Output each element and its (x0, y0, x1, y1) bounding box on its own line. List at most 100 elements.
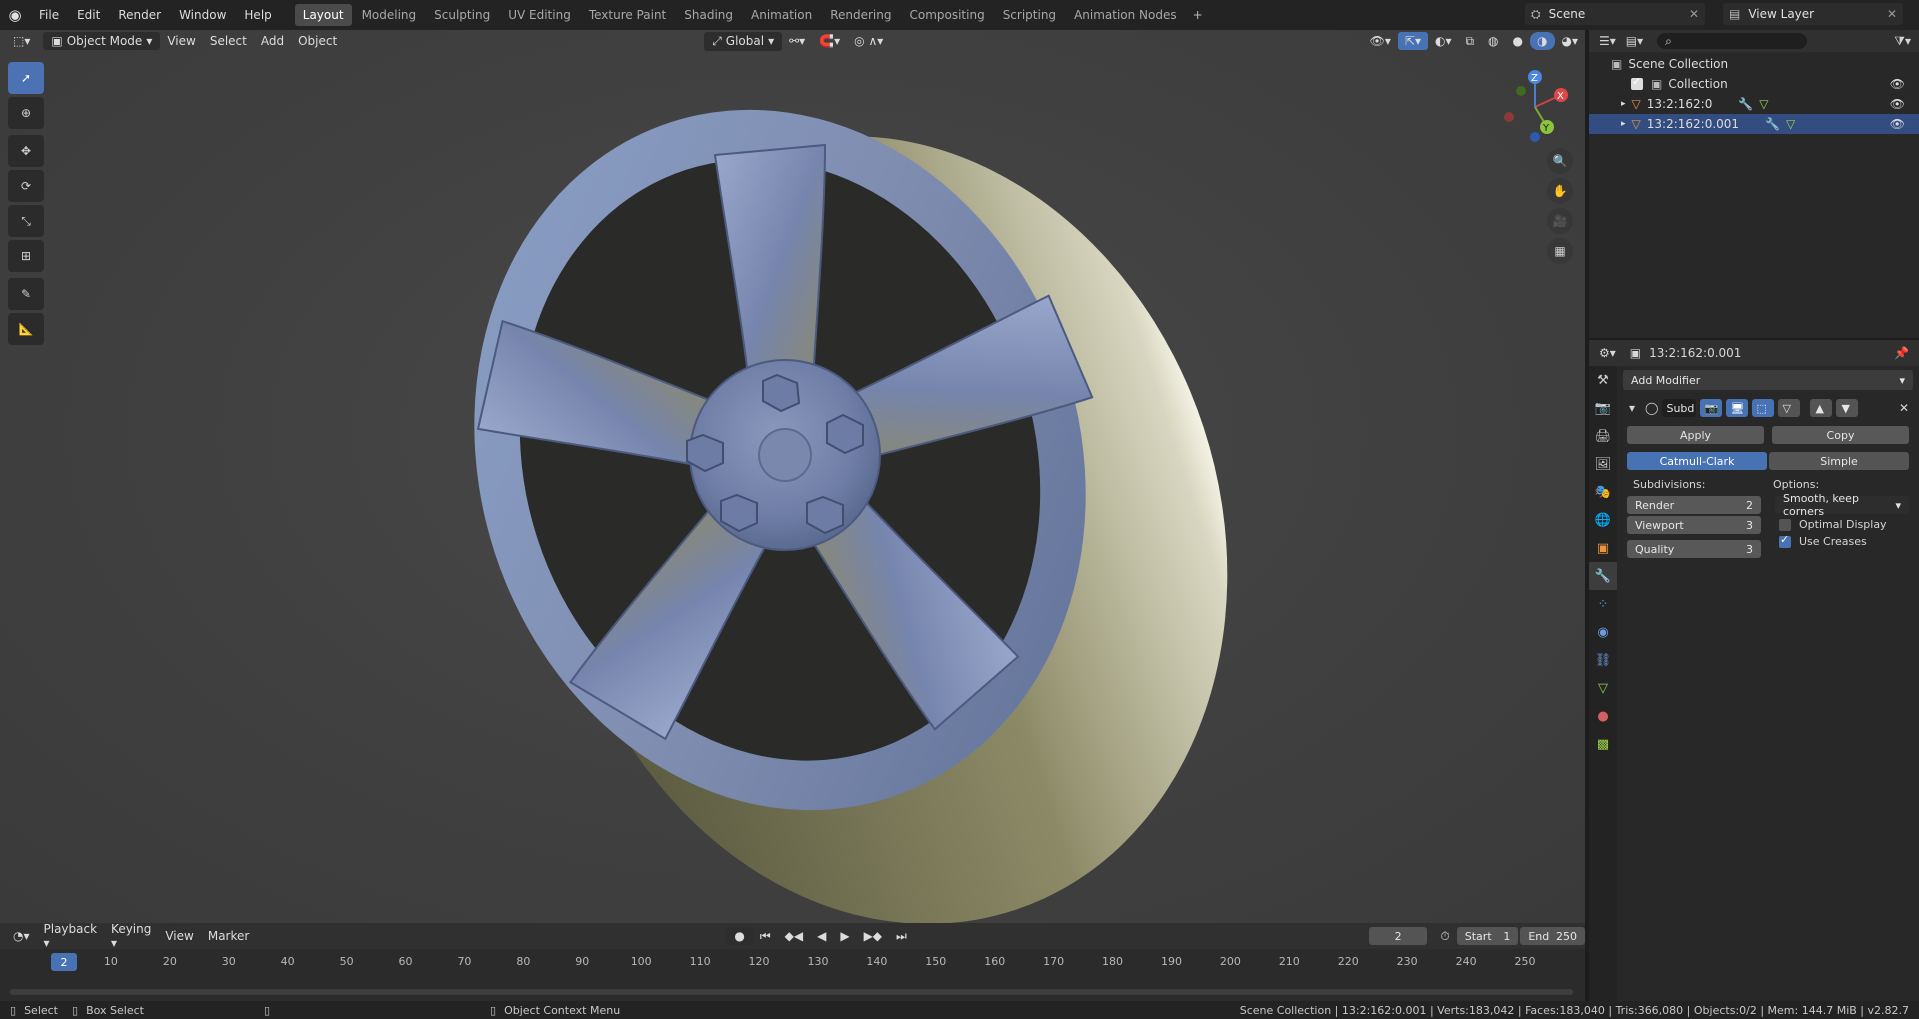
use-creases-checkbox[interactable]: Use Creases (1775, 533, 1909, 548)
modifier-name-field[interactable]: Subd (1662, 399, 1697, 417)
particles-icon[interactable]: ⁘ (1589, 590, 1617, 618)
start-frame-field[interactable]: Start 1 (1456, 927, 1519, 945)
editor-type-icon[interactable]: ◔▾ (6, 927, 37, 945)
mode-dropdown[interactable]: ▣ Object Mode ▾ (43, 32, 161, 50)
transform-icon[interactable]: ⊞ (8, 240, 44, 272)
show-viewport-icon[interactable]: 🖥 (1726, 399, 1749, 417)
view-layer-icon[interactable]: 🖼 (1589, 450, 1617, 478)
editor-type-icon[interactable]: ⬚▾ (6, 32, 37, 50)
copy-button[interactable]: Copy (1772, 426, 1909, 444)
close-icon[interactable]: ✕ (1899, 401, 1909, 415)
editor-type-icon[interactable]: ☰▾ (1599, 34, 1616, 48)
editor-type-icon[interactable]: ⚙▾ (1599, 346, 1616, 360)
outliner-scene-collection[interactable]: ▣ Scene Collection (1589, 54, 1919, 74)
menu-help[interactable]: Help (235, 8, 280, 22)
overlays-icon[interactable]: ◐▾ (1428, 32, 1459, 50)
menu-add[interactable]: Add (254, 32, 291, 50)
xray-icon[interactable]: ⧉ (1458, 32, 1481, 51)
eye-icon[interactable]: 👁 (1890, 97, 1905, 111)
optimal-display-checkbox[interactable]: Optimal Display (1775, 518, 1909, 531)
quality-field[interactable]: Quality 3 (1627, 540, 1761, 558)
tab-scripting[interactable]: Scripting (995, 4, 1064, 26)
catmull-clark-button[interactable]: Catmull-Clark (1627, 452, 1767, 470)
cursor-icon[interactable]: ⊕ (8, 97, 44, 129)
tab-sculpting[interactable]: Sculpting (426, 4, 498, 26)
proportional-edit-icon[interactable]: ◎ ∧▾ (847, 32, 890, 50)
menu-file[interactable]: File (30, 8, 68, 22)
blender-logo-icon[interactable]: ◉ (0, 0, 30, 30)
orientation-dropdown[interactable]: ⤢ Global ▾ (704, 31, 783, 51)
pin-icon[interactable]: 📌 (1894, 346, 1909, 360)
play-reverse-icon[interactable]: ◀ (810, 927, 833, 945)
scale-icon[interactable]: ⤡ (8, 205, 44, 237)
tab-compositing[interactable]: Compositing (901, 4, 992, 26)
scene-icon[interactable]: 🎭 (1589, 478, 1617, 506)
axis-gizmo[interactable]: X Y Z (1495, 65, 1575, 145)
outliner-collection[interactable]: ▣ Collection 👁 (1589, 74, 1919, 94)
pan-hand-icon[interactable]: ✋ (1547, 178, 1573, 204)
end-frame-field[interactable]: End 250 (1520, 927, 1585, 945)
move-down-icon[interactable]: ▼ (1836, 399, 1859, 417)
menu-select[interactable]: Select (203, 32, 254, 50)
show-on-cage-icon[interactable]: ▽ (1778, 399, 1801, 417)
eye-icon[interactable]: 👁 (1890, 117, 1905, 131)
uv-smooth-dropdown[interactable]: Smooth, keep corners ▾ (1775, 492, 1909, 518)
current-frame-field[interactable]: 2 (1368, 927, 1428, 945)
shading-material-icon[interactable]: ◑ (1530, 32, 1555, 50)
tool-settings-icon[interactable]: ⚒ (1589, 366, 1617, 394)
play-icon[interactable]: ▶ (833, 927, 856, 945)
rotate-icon[interactable]: ⟳ (8, 170, 44, 202)
shading-solid-icon[interactable]: ● (1506, 32, 1530, 50)
frame-ruler[interactable]: 2 10 20 30 40 50 60 70 80 90 100 110 120 130 140 150 16… (0, 949, 1585, 975)
constraints-icon[interactable]: ⛓ (1589, 646, 1617, 674)
show-editmode-icon[interactable]: ⬚ (1752, 399, 1775, 417)
prev-keyframe-icon[interactable]: ◆◀ (778, 927, 810, 945)
filter-icon[interactable]: ⧩▾ (1894, 34, 1911, 49)
close-icon[interactable]: ✕ (1689, 7, 1699, 21)
move-icon[interactable]: ✥ (8, 135, 44, 167)
menu-view[interactable]: View (160, 32, 202, 50)
tab-texture-paint[interactable]: Texture Paint (581, 4, 674, 26)
3d-viewport[interactable]: ⬚▾ ▣ Object Mode ▾ View Select Add Object … (0, 30, 1585, 924)
jump-start-icon[interactable]: ⏮ (753, 927, 778, 946)
close-icon[interactable]: ✕ (1887, 7, 1897, 21)
display-mode-icon[interactable]: ▤▾ (1626, 34, 1643, 48)
expand-arrow-icon[interactable]: ▸ (1621, 99, 1626, 109)
snap-icon[interactable]: 🧲▾ (812, 32, 847, 50)
marker-menu[interactable]: Marker (201, 927, 256, 945)
simple-button[interactable]: Simple (1769, 452, 1909, 470)
scene-selector[interactable]: ⛭ Scene ✕ (1525, 3, 1705, 25)
wheel-model[interactable] (420, 60, 1300, 930)
keying-menu[interactable]: Keying ▾ (104, 920, 158, 952)
tab-uv-editing[interactable]: UV Editing (500, 4, 579, 26)
menu-object[interactable]: Object (291, 32, 344, 50)
tab-layout[interactable]: Layout (294, 4, 352, 26)
menu-render[interactable]: Render (109, 8, 170, 22)
stopwatch-icon[interactable]: ⏱ (1433, 927, 1456, 946)
outliner-object-1[interactable]: ▸ ▽ 13:2:162:0.001 🔧 ▽ 👁 (1589, 114, 1919, 134)
camera-icon[interactable]: 🎥 (1547, 208, 1573, 234)
record-icon[interactable]: ● (726, 927, 753, 945)
modifier-wrench-icon[interactable]: 🔧 (1589, 562, 1617, 590)
exclude-checkbox[interactable] (1631, 75, 1643, 90)
mesh-data-icon[interactable]: ▽ (1589, 674, 1617, 702)
perspective-grid-icon[interactable]: ▦ (1547, 238, 1573, 264)
visibility-icon[interactable]: 👁▾ (1363, 32, 1398, 50)
eye-icon[interactable]: 👁 (1890, 77, 1905, 91)
object-properties-icon[interactable]: ▣ (1589, 534, 1617, 562)
tab-animation-nodes[interactable]: Animation Nodes (1066, 4, 1185, 26)
tab-shading[interactable]: Shading (676, 4, 741, 26)
show-render-icon[interactable]: 📷 (1700, 399, 1723, 417)
render-icon[interactable]: 📷 (1589, 394, 1617, 422)
next-keyframe-icon[interactable]: ▶◆ (857, 927, 889, 945)
playhead[interactable]: 2 (51, 953, 77, 971)
add-modifier-dropdown[interactable]: Add Modifier ▾ (1623, 370, 1913, 390)
gizmo-toggle-icon[interactable]: ⇱▾ (1397, 32, 1428, 50)
search-input[interactable]: ⌕ (1657, 33, 1808, 49)
apply-button[interactable]: Apply (1627, 426, 1764, 444)
zoom-icon[interactable]: 🔍 (1547, 148, 1573, 174)
shading-wireframe-icon[interactable]: ◍ (1481, 32, 1505, 50)
move-up-icon[interactable]: ▲ (1810, 399, 1833, 417)
world-icon[interactable]: 🌐 (1589, 506, 1617, 534)
measure-icon[interactable]: 📐 (8, 313, 44, 345)
